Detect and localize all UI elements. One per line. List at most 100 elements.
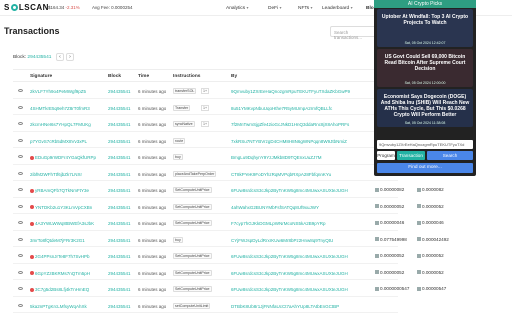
more-instructions-badge[interactable]: 1+ (201, 88, 210, 94)
error-icon (30, 287, 34, 292)
eye-icon[interactable] (18, 303, 23, 307)
signer-link[interactable]: 6FUw8srdcsS3cJkp2ByTnKW5g8mc4MUwxASUXteJ… (231, 271, 363, 276)
table-row: 2kVLF7Yh9o4PeMWgf9pZ5 294435541 6 minutes … (13, 84, 398, 99)
block-link[interactable]: 294435541 (108, 254, 131, 259)
signature-link[interactable]: 2kVLF7Yh9o4PeMWgf9pZ5 (30, 89, 105, 94)
error-icon (30, 254, 34, 259)
news-card[interactable]: Uptober At Windfall: Top 3 AI Crypto Pro… (377, 9, 473, 47)
block-link[interactable]: 294435541 (108, 172, 131, 177)
signature-link[interactable]: 3C7g5d2Bs8Lfj4kTnHmEQ (30, 287, 105, 292)
news-card[interactable]: Economist Says Dogecoin (DOGE) And Shiba… (377, 89, 473, 127)
signer-link[interactable]: 6FUw8srdcsS3cJkp2ByTnKW5g8mc4MUwxASUXteJ… (231, 254, 363, 259)
nav-leaderboard[interactable]: Leaderboard ▾ (322, 5, 353, 11)
signer-link[interactable]: CT8kPYeK9FoDYhzRqMVPqbRXpA28FbfqnnKYu (231, 172, 363, 177)
signer-link[interactable]: DTBbK8Ub8r1JjFNNfaUcCt7aAhYUp8LTAtbEnGCt… (231, 304, 363, 309)
chevron-down-icon: ▾ (310, 5, 313, 10)
instruction-badge: buy (173, 236, 183, 243)
fee-value: 0.00000547 (417, 286, 446, 291)
sol-change: 0.077549998 (375, 237, 407, 242)
block-link[interactable]: 294435541 (108, 205, 131, 210)
signature-link[interactable]: 6GpYZzBKRMs7nQTm5pH (30, 271, 105, 276)
eye-icon[interactable] (18, 89, 23, 92)
eye-icon[interactable] (18, 171, 23, 175)
eye-icon[interactable] (18, 237, 23, 241)
more-instructions-badge[interactable]: 1+ (201, 121, 210, 127)
col-instructions[interactable]: Instructions (173, 74, 200, 79)
nav-analytics[interactable]: Analytics ▾ (226, 5, 249, 11)
news-title: US Govt Could Sell 69,000 Bitcoin Read B… (384, 54, 466, 72)
signature-link[interactable]: 5ka2nPTgKrcLMfsyWqAhXk (30, 304, 105, 309)
signature-link[interactable]: p7YGvS7cRb5dMX8Vv3xPL (30, 139, 105, 144)
solscan-logo[interactable]: S LSCAN (4, 3, 49, 12)
signature-link[interactable]: 2G4PPsnJrTe8F7h7SvHPb (30, 254, 105, 259)
block-link[interactable]: 294435541 (108, 139, 131, 144)
signer-link[interactable]: BmgLu9DqhynY9YzJMkb8D9TQEnxUuZJ7M (231, 155, 363, 160)
signature-link[interactable]: YNTDKb2u1Y3KLmVpCXBn (30, 205, 105, 210)
block-link[interactable]: 294435541 (108, 304, 131, 309)
eye-icon[interactable] (18, 270, 23, 274)
eye-icon[interactable] (18, 221, 23, 224)
address-input[interactable]: 9Qmvuby1ZXrEeHaQnozgmRpuTEKUTFyuTXd (377, 140, 473, 149)
error-icon (30, 205, 34, 209)
more-instructions-badge[interactable]: 1+ (201, 104, 210, 111)
signer-link[interactable]: 7xkRSu7NTYBVrzgD4CHM8H8N6gWNPqqn8W9JtbNm… (231, 139, 363, 144)
signer-link[interactable]: 6FUw8srdcsS3cJkp2ByTnKW5g8mc4MUwxASUXteJ… (231, 188, 363, 193)
eye-icon[interactable] (18, 122, 23, 125)
eye-icon[interactable] (18, 138, 23, 142)
signer-link[interactable]: 6FUw8srdcsS3cJkp2ByTnKW5g8mc4MUwxASUXteJ… (231, 287, 363, 292)
signer-link[interactable]: 8u51YMKvpNbuUqoHthe7R5yMUmpA2rmfQBLLfc (231, 106, 363, 111)
signer-link[interactable]: CYjFWJspDyLdRrxrKUw6Mr8bPz2Hnw8q9TnyQtU (231, 238, 363, 243)
block-link[interactable]: 294435541 (108, 89, 131, 94)
block-link[interactable]: 294435541 (108, 287, 131, 292)
block-link[interactable]: 294435541 (108, 221, 131, 226)
block-link[interactable]: 294435541 (108, 122, 131, 127)
block-link[interactable]: 294435541 (108, 238, 131, 243)
signature-link[interactable]: 4A3YWLWWq8tBWEfA3sJbK (30, 221, 105, 226)
signature-link[interactable]: 2ibfM2WFhTtf6jbZk7LNXr (30, 172, 105, 177)
signer-link[interactable]: 9Qmvuby1ZXrEeHaQnozgmRpuTEKUTFyuTXdaZKbG… (231, 89, 363, 94)
find-more-button[interactable]: Find out more... (377, 163, 473, 173)
eye-icon[interactable] (18, 254, 23, 257)
signer-link[interactable]: 7f2MnTwmSjgZfe42ioGcJNkD1HnQ3ddaRnc8jX8A… (231, 122, 363, 127)
time-value: 6 minutes ago (138, 303, 167, 309)
program-button[interactable]: Program (377, 151, 395, 160)
block-link[interactable]: 294435541 (108, 188, 131, 193)
eye-icon[interactable] (18, 155, 23, 158)
nav-nfts[interactable]: NFTs ▾ (298, 5, 313, 11)
col-time[interactable]: Time (138, 74, 149, 79)
table-row: 4SHMTkrE5q9eh7Z8rT0fmR3 294435541 6 minute… (13, 101, 398, 115)
nav-defi[interactable]: DeFi ▾ (268, 5, 282, 11)
signer-link[interactable]: F7cyp7hGJKkDGMLpWNrMcoNS5kA2B9pYRp (231, 221, 363, 226)
error-icon (30, 221, 34, 226)
table-row: 4A3YWLWWq8tBWEfA3sJbK 294435541 6 minutes … (13, 216, 444, 231)
search-input[interactable]: Search transactions... (330, 26, 378, 40)
block-link[interactable]: 294435541 (108, 106, 131, 111)
signature-link[interactable]: EDuGp9rWDFr4YGaQkfURPp (30, 155, 105, 160)
block-value[interactable]: 294435541 (27, 55, 51, 60)
signature-link[interactable]: yRBAmQFb7QTkNmFtY3e (30, 188, 105, 193)
sol-icon (417, 187, 421, 192)
transaction-button[interactable]: Transaction (397, 151, 425, 160)
sol-icon (375, 286, 379, 291)
eye-icon[interactable] (18, 105, 23, 109)
news-card[interactable]: US Govt Could Sell 69,000 Bitcoin Read B… (377, 49, 473, 87)
eye-icon[interactable] (18, 188, 23, 191)
prev-page-button[interactable]: ‹ (56, 53, 64, 61)
signer-link[interactable]: 4ahWahxG2BUNYMbFsfSATQq8Uf9xuJWY (231, 205, 363, 210)
block-link[interactable]: 294435541 (108, 155, 131, 160)
sol-icon (417, 286, 421, 291)
table-row: 5ka2nPTgKrcLMfsyWqAhXk 294435541 6 minutes… (13, 299, 398, 313)
signature-link[interactable]: 4SHMTkrE5q9eh7Z8rT0fmR3 (30, 106, 105, 111)
block-link[interactable]: 294435541 (108, 271, 131, 276)
avg-fee: Avg Fee: 0.0000254 (92, 5, 133, 10)
search-button[interactable]: Search (427, 151, 473, 160)
time-value: 6 minutes ago (138, 122, 167, 127)
signature-link[interactable]: 3mrTo8fQtdeM7jFRr3K2G1 (30, 238, 105, 243)
eye-icon[interactable] (18, 204, 23, 208)
time-value: 6 minutes ago (138, 287, 167, 292)
next-page-button[interactable]: › (66, 53, 74, 61)
signature-link[interactable]: 2kcmHNeI6s7YHpQL7FMUKg (30, 122, 105, 127)
eye-icon[interactable] (18, 287, 23, 290)
col-by[interactable]: By (231, 74, 237, 79)
table-row: 2G4PPsnJrTe8F7h7SvHPb 294435541 6 minutes … (13, 249, 444, 264)
